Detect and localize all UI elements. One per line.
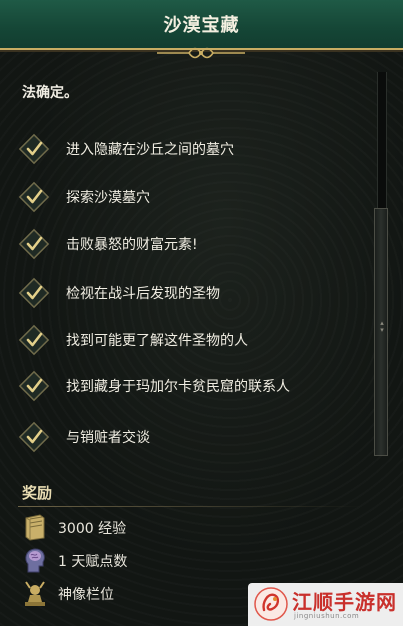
checkmark-icon bbox=[18, 228, 50, 260]
checkmark-icon bbox=[18, 421, 50, 453]
objective-item: 探索沙漠墓穴 bbox=[18, 181, 348, 213]
objective-label: 找到可能更了解这件圣物的人 bbox=[66, 333, 248, 349]
brain-head-icon bbox=[25, 548, 45, 573]
checkmark-icon bbox=[18, 277, 50, 309]
scroll-grip-icon[interactable]: ▴ ▾ bbox=[377, 320, 387, 342]
quest-title: 沙漠宝藏 bbox=[163, 15, 240, 36]
watermark: 江顺手游网 jingniushun.com bbox=[248, 583, 403, 626]
xp-book-icon bbox=[25, 514, 45, 541]
reward-item-talent: 1 天赋点数 bbox=[22, 546, 322, 574]
header-ornament-icon bbox=[157, 47, 245, 59]
objective-label: 击败暴怒的财富元素! bbox=[66, 237, 198, 253]
checkmark-icon bbox=[18, 370, 50, 402]
objective-item: 进入隐藏在沙丘之间的墓穴 bbox=[18, 133, 348, 165]
reward-item-xp: 3000 经验 bbox=[22, 513, 322, 541]
objective-item: 检视在战斗后发现的圣物 bbox=[18, 277, 348, 309]
reward-label: 神像栏位 bbox=[58, 587, 114, 603]
watermark-url: jingniushun.com bbox=[294, 612, 360, 620]
reward-label: 3000 经验 bbox=[58, 521, 127, 537]
quest-panel: 沙漠宝藏 法确定。 进入隐藏在沙丘之间的墓穴 探索沙漠墓穴 击败暴怒的财富元素! bbox=[0, 0, 403, 626]
objective-label: 找到藏身于玛加尔卡贫民窟的联系人 bbox=[66, 379, 290, 395]
checkmark-icon bbox=[18, 133, 50, 165]
reward-label: 1 天赋点数 bbox=[58, 554, 128, 570]
watermark-text: 江顺手游网 bbox=[292, 590, 397, 614]
objective-label: 进入隐藏在沙丘之间的墓穴 bbox=[66, 142, 234, 158]
objective-item: 找到可能更了解这件圣物的人 bbox=[18, 324, 348, 356]
quest-header: 沙漠宝藏 bbox=[0, 0, 403, 50]
objective-item: 找到藏身于玛加尔卡贫民窟的联系人 bbox=[18, 370, 348, 402]
objective-label: 探索沙漠墓穴 bbox=[66, 190, 150, 206]
objective-label: 检视在战斗后发现的圣物 bbox=[66, 286, 220, 302]
quest-intro-text: 法确定。 bbox=[22, 85, 78, 101]
objective-item: 击败暴怒的财富元素! bbox=[18, 228, 348, 260]
idol-statue-icon bbox=[25, 581, 45, 606]
watermark-logo-icon bbox=[254, 587, 288, 621]
checkmark-icon bbox=[18, 181, 50, 213]
checkmark-icon bbox=[18, 324, 50, 356]
objective-label: 与销赃者交谈 bbox=[66, 430, 150, 446]
objective-item: 与销赃者交谈 bbox=[18, 421, 348, 453]
rewards-heading: 奖励 bbox=[22, 484, 53, 502]
rewards-divider bbox=[18, 506, 363, 507]
